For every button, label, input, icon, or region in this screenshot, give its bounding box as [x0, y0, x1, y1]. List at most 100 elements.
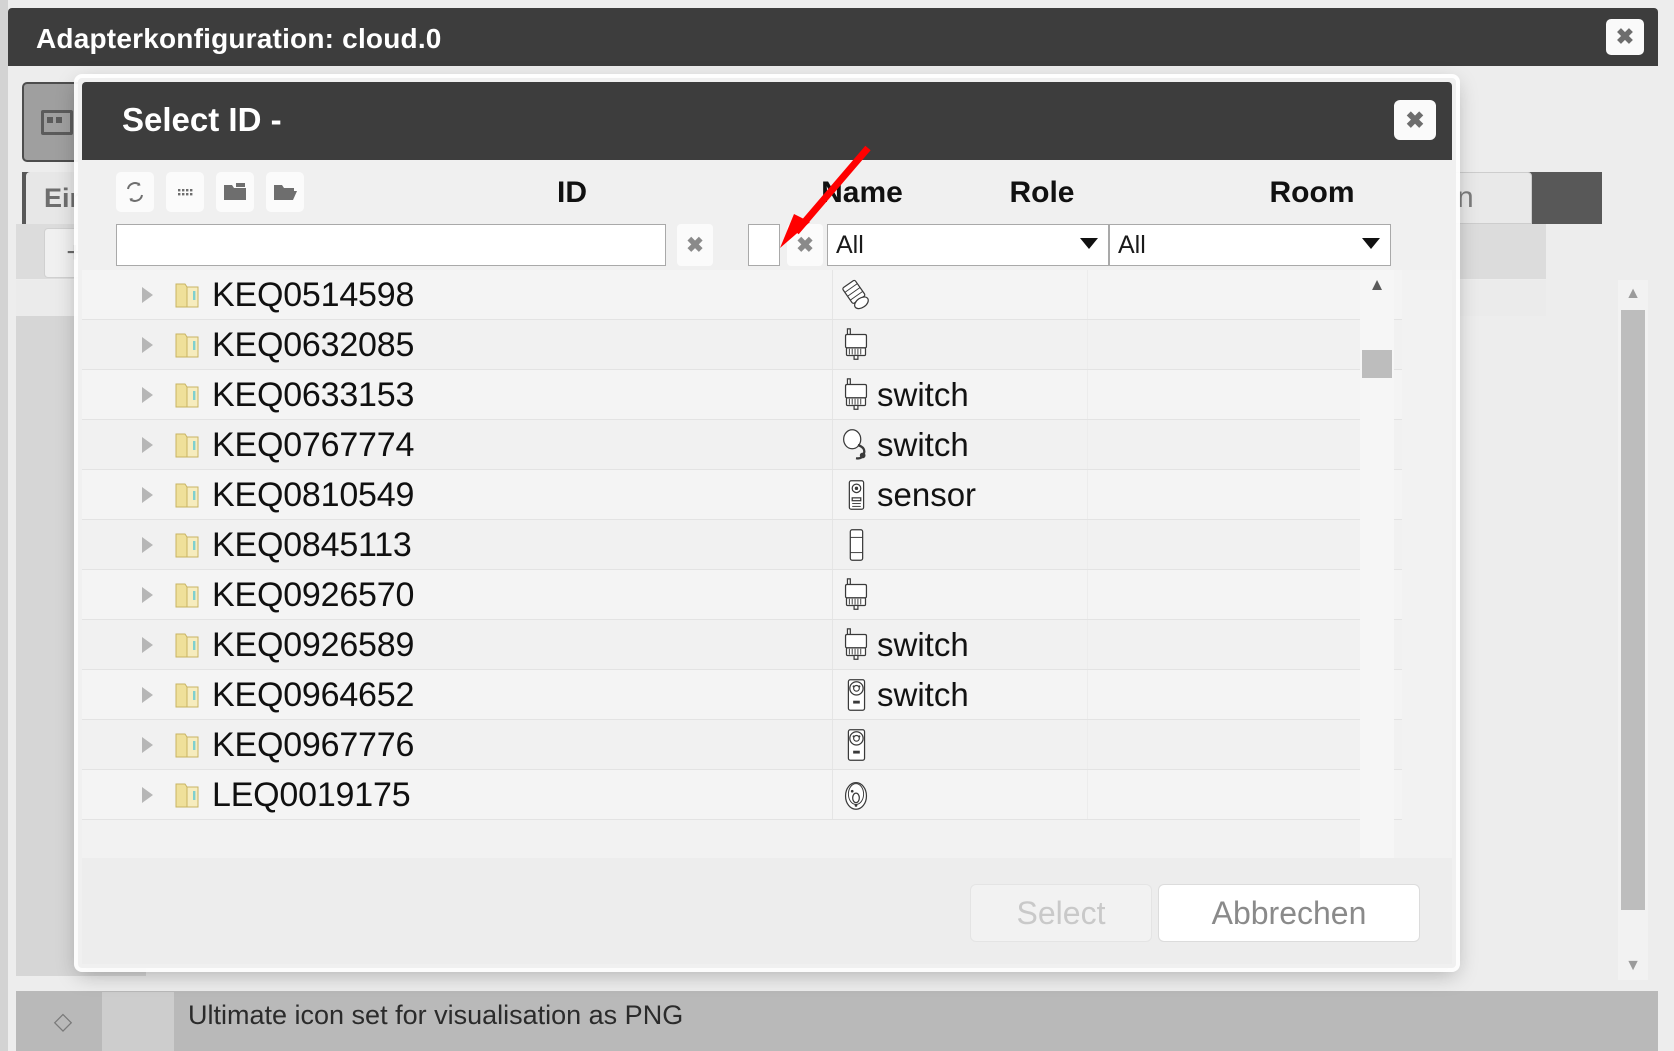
column-separator [1087, 670, 1088, 719]
close-icon[interactable]: ✖ [1606, 19, 1644, 55]
row-role: switch [877, 376, 969, 413]
device-actuator-icon [837, 626, 875, 664]
column-header-role[interactable]: Role [922, 176, 1162, 210]
column-separator [1087, 770, 1088, 819]
folder-icon [174, 582, 200, 609]
folder-icon [174, 732, 200, 759]
table-row[interactable]: KEQ0810549 sensor [82, 470, 1402, 520]
table-row[interactable]: KEQ0926589 switch [82, 620, 1402, 670]
table-row[interactable]: KEQ0632085 [82, 320, 1402, 370]
row-id: KEQ0967776 [212, 726, 415, 764]
column-separator [832, 420, 833, 469]
upload-icon[interactable]: ◇ [40, 998, 86, 1044]
column-separator [832, 520, 833, 569]
device-actuator-icon [837, 576, 875, 614]
expand-arrow-icon[interactable] [142, 587, 153, 603]
scroll-up-icon[interactable]: ▲ [1618, 280, 1648, 308]
table-row[interactable]: KEQ0633153 switch [82, 370, 1402, 420]
row-role: sensor [877, 476, 977, 513]
row-role: switch [877, 676, 969, 713]
column-separator [832, 620, 833, 669]
id-filter-clear-icon[interactable]: ✖ [677, 224, 713, 266]
device-sensor-icon [837, 476, 875, 514]
folder-icon [174, 332, 200, 359]
table-row[interactable]: LEQ0019175 [82, 770, 1402, 820]
scroll-thumb[interactable] [1621, 310, 1645, 910]
name-filter-input[interactable] [748, 224, 780, 266]
table-row[interactable]: KEQ0926570 [82, 570, 1402, 620]
dialog-toolbar: ID Name Role Room [82, 164, 1452, 224]
expand-arrow-icon[interactable] [142, 737, 153, 753]
table-row[interactable]: KEQ0845113 [82, 520, 1402, 570]
scroll-down-icon[interactable]: ▼ [1618, 952, 1648, 980]
row-id: KEQ0926589 [212, 626, 415, 664]
device-dimmer-icon [837, 276, 875, 314]
row-id: KEQ0926570 [212, 576, 415, 614]
expand-arrow-icon[interactable] [142, 337, 153, 353]
column-separator [832, 470, 833, 519]
table-row[interactable]: KEQ0767774 switch [82, 420, 1402, 470]
row-id: KEQ0514598 [212, 276, 415, 314]
scroll-up-icon[interactable]: ▲ [1360, 270, 1394, 300]
select-button[interactable]: Select [970, 884, 1152, 942]
expand-arrow-icon[interactable] [142, 537, 153, 553]
expand-arrow-icon[interactable] [142, 437, 153, 453]
row-id: KEQ0767774 [212, 426, 415, 464]
scroll-thumb-vertical[interactable] [1362, 350, 1392, 378]
folder-closed-icon[interactable] [216, 172, 254, 212]
table-row[interactable]: KEQ0967776 [82, 720, 1402, 770]
device-plain-icon [837, 526, 875, 564]
tree-vertical-scrollbar[interactable]: ▲ ▼ [1360, 270, 1394, 910]
device-actuator-icon [837, 326, 875, 364]
expand-arrow-icon[interactable] [142, 287, 153, 303]
expand-arrow-icon[interactable] [142, 637, 153, 653]
column-separator [832, 770, 833, 819]
row-id: KEQ0845113 [212, 526, 412, 564]
expand-arrow-icon[interactable] [142, 387, 153, 403]
id-filter-input[interactable] [116, 224, 666, 266]
column-separator [832, 570, 833, 619]
folder-icon [174, 482, 200, 509]
folder-icon [174, 282, 200, 309]
expand-arrow-icon[interactable] [142, 787, 153, 803]
role-filter-select[interactable]: All [827, 224, 1109, 266]
row-id: KEQ0810549 [212, 476, 415, 514]
adapter-bottom-text: Ultimate icon set for visualisation as P… [188, 1000, 684, 1030]
adapter-vertical-scrollbar[interactable]: ▲ ▼ [1618, 280, 1648, 980]
refresh-icon[interactable] [116, 172, 154, 212]
page-left-gutter [0, 0, 8, 1051]
table-row[interactable]: KEQ0514598 [82, 270, 1402, 320]
list-icon[interactable] [166, 172, 204, 212]
device-smoke-icon [837, 776, 875, 814]
column-header-room[interactable]: Room [1192, 176, 1432, 210]
column-separator [1087, 470, 1088, 519]
column-separator [1087, 570, 1088, 619]
table-row[interactable]: KEQ0964652 switch [82, 670, 1402, 720]
column-separator [1087, 370, 1088, 419]
role-filter-value: All [836, 230, 864, 259]
adapter-window-title: Adapterkonfiguration: cloud.0 [36, 23, 442, 54]
folder-open-icon[interactable] [266, 172, 304, 212]
room-filter-select[interactable]: All [1109, 224, 1391, 266]
row-id: KEQ0632085 [212, 326, 415, 364]
select-id-dialog: Select ID - ✖ ID Name Role Room ✖ ✖ All … [78, 78, 1456, 968]
folder-icon [174, 382, 200, 409]
expand-arrow-icon[interactable] [142, 687, 153, 703]
folder-icon [174, 432, 200, 459]
screen-root: Adapterkonfiguration: cloud.0 ✖ Ein en +… [0, 0, 1674, 1051]
expand-arrow-icon[interactable] [142, 487, 153, 503]
close-icon[interactable]: ✖ [1394, 100, 1436, 140]
object-tree-rows: KEQ0514598 KEQ0632085 KEQ0633153 switch KEQ0… [82, 270, 1402, 860]
name-filter-clear-icon[interactable]: ✖ [787, 224, 823, 266]
folder-icon [174, 782, 200, 809]
dialog-filter-row: ✖ ✖ All All [82, 218, 1452, 276]
column-separator [832, 320, 833, 369]
column-header-id[interactable]: ID [382, 176, 762, 210]
cancel-button[interactable]: Abbrechen [1158, 884, 1420, 942]
folder-icon [174, 632, 200, 659]
row-id: LEQ0019175 [212, 776, 411, 814]
device-socket-icon [837, 676, 875, 714]
room-filter-value: All [1118, 230, 1146, 259]
object-tree[interactable]: KEQ0514598 KEQ0632085 KEQ0633153 switch KEQ0… [82, 270, 1452, 906]
device-socket-icon [837, 726, 875, 764]
